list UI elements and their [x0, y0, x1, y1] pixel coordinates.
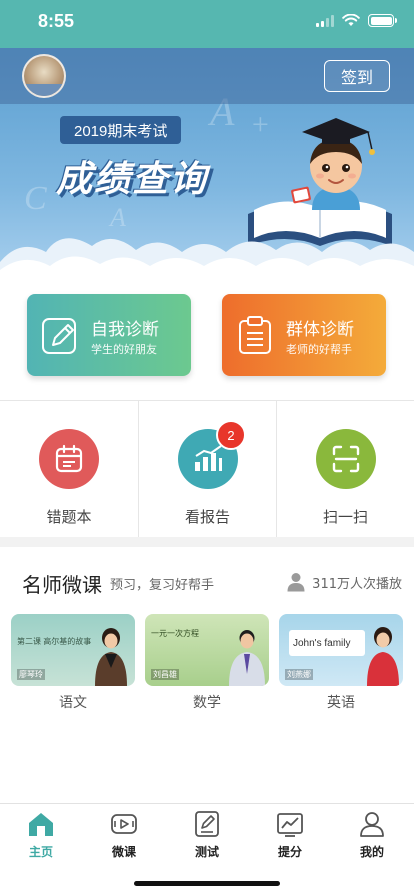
teacher-name: 刘昌雄	[151, 669, 179, 680]
tab-label: 提分	[277, 845, 302, 859]
video-subject: 数学	[193, 695, 221, 711]
bar-chart-icon	[195, 445, 222, 471]
exam-banner[interactable]: A + C A 签到 2019期末考试 成绩查询	[0, 48, 414, 280]
tab-label: 测试	[194, 845, 219, 859]
board-text: 一元一次方程	[151, 629, 199, 638]
scan-icon	[332, 445, 360, 473]
video-thumbnail-chinese[interactable]: 第二课 高尔基的故事 廖琴玲	[11, 614, 135, 686]
status-icons	[316, 14, 397, 27]
profile-icon	[360, 812, 384, 837]
tool-circle	[316, 429, 376, 489]
report-badge: 2	[216, 420, 246, 450]
tab-test[interactable]: 测试	[166, 810, 248, 866]
self-diagnosis-title: 自我诊断	[91, 320, 159, 340]
teacher-name: 廖琴玲	[17, 669, 45, 680]
tool-label: 错题本	[46, 508, 92, 526]
teacher-figure	[367, 627, 399, 686]
tab-micro-course[interactable]: 微课	[83, 810, 165, 866]
signal-icon	[316, 14, 334, 27]
tab-improve-score[interactable]: 提分	[249, 810, 331, 866]
tab-label: 微课	[111, 845, 136, 859]
edit-icon	[42, 318, 76, 354]
clipboard-icon	[239, 316, 271, 354]
tab-profile[interactable]: 我的	[331, 810, 413, 866]
home-icon	[29, 813, 53, 836]
tool-circle	[39, 429, 99, 489]
micro-course-header: 名师微课 预习，复习好帮手 311万人次播放	[0, 547, 414, 609]
person-icon	[287, 573, 305, 592]
home-indicator	[134, 881, 280, 886]
group-diagnosis-subtitle: 老师的好帮手	[286, 343, 352, 356]
group-diagnosis-title: 群体诊断	[286, 320, 354, 340]
section-title: 名师微课	[22, 573, 102, 597]
video-icon	[111, 814, 137, 834]
avatar[interactable]	[22, 54, 66, 98]
teacher-figure	[229, 630, 265, 686]
status-bar: 8:55	[0, 0, 414, 48]
tool-view-report[interactable]: 2 看报告	[138, 401, 276, 538]
self-diagnosis-card[interactable]: 自我诊断 学生的好朋友	[27, 294, 191, 376]
trend-icon	[277, 813, 303, 837]
decor-letter: C	[24, 180, 47, 217]
board-text: 第二课 高尔基的故事	[17, 637, 92, 646]
test-icon	[195, 811, 219, 837]
play-count-text: 311万人次播放	[312, 576, 402, 592]
clouds-decoration	[0, 238, 414, 280]
battery-icon	[368, 14, 397, 27]
exam-tag: 2019期末考试	[60, 116, 182, 144]
video-thumbnail-english[interactable]: John's family 刘燕娜	[279, 614, 403, 686]
tool-label: 扫一扫	[322, 508, 368, 526]
tool-scan[interactable]: 扫一扫	[276, 401, 414, 538]
diagnosis-section: 自我诊断 学生的好朋友 群体诊断 老师的好帮手	[0, 280, 414, 400]
tab-label: 主页	[28, 845, 53, 859]
tab-label: 我的	[359, 845, 384, 859]
video-thumbnail-math[interactable]: 一元一次方程 刘昌雄	[145, 614, 269, 686]
teacher-name: 刘燕娜	[285, 669, 313, 680]
board-title: John's family	[293, 638, 351, 649]
teacher-figure	[95, 628, 127, 686]
banner-title: 成绩查询	[56, 159, 209, 200]
wifi-icon	[342, 14, 360, 26]
course-video-list: 第二课 高尔基的故事 廖琴玲 一元一次方程 刘昌雄 John's family …	[0, 612, 414, 722]
video-subject: 语文	[59, 695, 87, 711]
calendar-icon	[55, 444, 83, 473]
section-divider	[0, 537, 414, 547]
checkin-button[interactable]: 签到	[324, 60, 390, 92]
video-subject: 英语	[327, 695, 355, 711]
self-diagnosis-subtitle: 学生的好朋友	[91, 343, 157, 356]
status-time: 8:55	[38, 11, 75, 31]
group-diagnosis-card[interactable]: 群体诊断 老师的好帮手	[222, 294, 386, 376]
tool-wrong-questions[interactable]: 错题本	[0, 401, 138, 538]
play-count: 311万人次播放	[287, 572, 402, 592]
tool-grid: 错题本 2 看报告 扫一扫	[0, 400, 414, 538]
tool-label: 看报告	[184, 508, 230, 526]
section-subtitle: 预习，复习好帮手	[110, 578, 215, 593]
tab-home[interactable]: 主页	[0, 810, 82, 866]
